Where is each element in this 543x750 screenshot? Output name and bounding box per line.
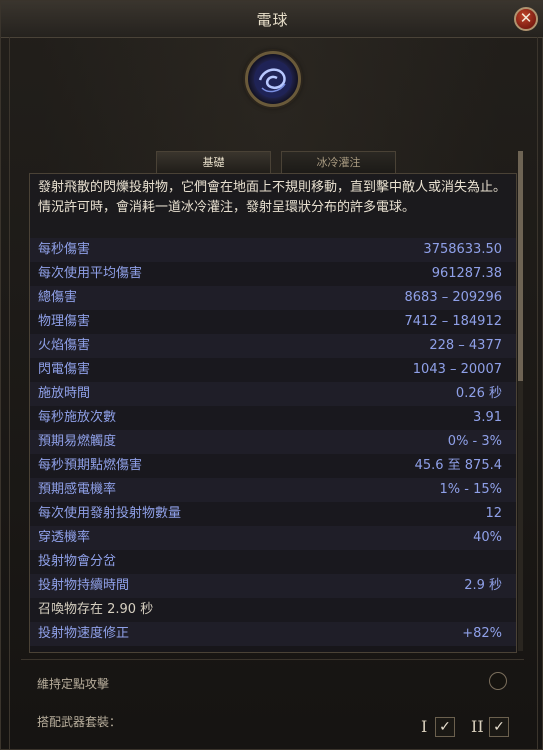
stat-value: 7412 – 184912 [404, 314, 502, 329]
stat-label: 預期易燃觸度 [38, 434, 117, 449]
stat-value: 0.26 秒 [455, 386, 502, 401]
skill-description: 發射飛散的閃爍投射物，它們會在地面上不規則移動，直到擊中敵人或消失為止。情況許可… [30, 174, 516, 238]
stat-row: 每秒傷害 3758633.50 [30, 238, 516, 262]
stat-value: 961287.38 [431, 266, 502, 281]
stat-row: 穿透機率 40% [30, 526, 516, 550]
stat-row: 預期感電機率 1% - 15% [30, 478, 516, 502]
scrollbar-thumb[interactable] [518, 151, 523, 381]
stat-value: 3.91 [473, 410, 502, 425]
stat-row: 投射物速度修正 +82% [30, 622, 516, 646]
stat-row: 施放時間 0.26 秒 [30, 382, 516, 406]
close-button[interactable]: ✕ [514, 7, 538, 31]
weapon-set-2-label: II [471, 717, 484, 736]
window-title: 電球 [256, 11, 289, 29]
stat-value: 228 – 4377 [429, 338, 502, 353]
stat-label: 每次使用平均傷害 [38, 266, 143, 281]
tab-cold-infusion[interactable]: 冰冷灌注 [281, 151, 396, 173]
stat-label: 火焰傷害 [38, 338, 91, 353]
stat-label: 穿透機率 [38, 530, 91, 545]
stat-label: 每秒傷害 [38, 242, 91, 257]
stat-label: 閃電傷害 [38, 362, 91, 377]
stat-row: 投射物持續時間 2.9 秒 [30, 574, 516, 598]
stat-label: 預期感電機率 [38, 482, 117, 497]
stat-label: 物理傷害 [38, 314, 91, 329]
hold-position-label: 維持定點攻擊 [37, 677, 110, 691]
stat-row: 每次使用發射投射物數量 12 [30, 502, 516, 526]
stat-value: 2.9 秒 [464, 578, 502, 593]
stat-label: 每秒施放次數 [38, 410, 117, 425]
stat-row: 投射物會分岔 [30, 550, 516, 574]
stat-label: 總傷害 [38, 290, 78, 305]
stat-value: 1043 – 20007 [412, 362, 502, 377]
stat-row: 閃電傷害 1043 – 20007 [30, 358, 516, 382]
stat-row: 召喚物存在 2.90 秒 [30, 598, 516, 622]
stat-row: 每次使用平均傷害 961287.38 [30, 262, 516, 286]
close-icon: ✕ [519, 9, 533, 27]
weapon-set-1-checkbox[interactable]: ✓ [435, 717, 455, 737]
weapon-set-label: 搭配武器套裝： [37, 715, 122, 729]
checkmark-icon: ✓ [439, 719, 451, 735]
stat-row: 每秒施放次數 3.91 [30, 406, 516, 430]
skill-icon [245, 51, 301, 107]
stat-label: 每次使用發射投射物數量 [38, 506, 182, 521]
stat-row: 火焰傷害 228 – 4377 [30, 334, 516, 358]
stat-value: 45.6 至 875.4 [414, 458, 502, 473]
stat-row: 物理傷害 7412 – 184912 [30, 310, 516, 334]
divider [21, 659, 524, 660]
stat-value: +82% [462, 626, 502, 641]
stat-value: 40% [473, 530, 502, 545]
stat-value: 1% - 15% [439, 482, 502, 497]
stat-label: 施放時間 [38, 386, 91, 401]
stat-label: 每秒預期點燃傷害 [38, 458, 143, 473]
stat-label: 投射物速度修正 [38, 626, 130, 641]
stat-value: 3758633.50 [423, 242, 502, 257]
stat-row: 每秒預期點燃傷害 45.6 至 875.4 [30, 454, 516, 478]
stat-label: 召喚物存在 2.90 秒 [38, 602, 154, 617]
stat-label: 投射物會分岔 [38, 554, 117, 569]
skill-details-panel: 發射飛散的閃爍投射物，它們會在地面上不規則移動，直到擊中敵人或消失為止。情況許可… [29, 173, 517, 653]
hold-position-toggle[interactable] [489, 672, 507, 690]
stat-value: 0% - 3% [447, 434, 502, 449]
tab-basic[interactable]: 基礎 [156, 151, 271, 173]
skill-tooltip-window: 電球 ✕ 基礎 冰冷灌注 發射飛散的閃爍投射物，它們會在地面上不規則移動，直到擊… [0, 0, 543, 750]
scrollbar[interactable] [518, 151, 523, 651]
weapon-set-2-checkbox[interactable]: ✓ [489, 717, 509, 737]
stat-label: 投射物持續時間 [38, 578, 130, 593]
weapon-set-1-label: I [421, 717, 428, 736]
stat-row: 總傷害 8683 – 209296 [30, 286, 516, 310]
stat-value: 12 [485, 506, 502, 521]
stat-row: 預期易燃觸度 0% - 3% [30, 430, 516, 454]
stat-value: 8683 – 209296 [404, 290, 502, 305]
title-bar: 電球 ✕ [1, 1, 543, 38]
stats-list: 每秒傷害 3758633.50 每次使用平均傷害 961287.38 總傷害 8683 –… [30, 238, 516, 646]
checkmark-icon: ✓ [493, 719, 505, 735]
